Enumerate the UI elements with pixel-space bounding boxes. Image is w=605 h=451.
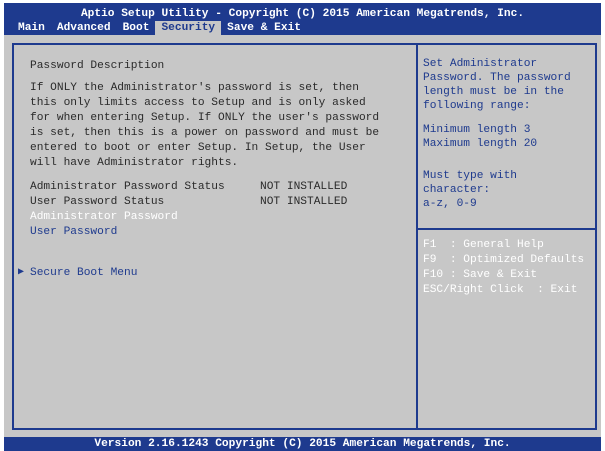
help-divider <box>418 228 595 230</box>
administrator-password-item[interactable]: Administrator Password <box>30 210 178 224</box>
help-text-line: Set Administrator <box>423 58 538 70</box>
settings-panel: Password Description If ONLY the Adminis… <box>12 43 416 430</box>
app-title: Aptio Setup Utility - Copyright (C) 2015… <box>80 8 525 20</box>
main-area: Password Description If ONLY the Adminis… <box>4 35 601 437</box>
tab-security[interactable]: Security <box>155 21 222 35</box>
version-footer: Version 2.16.1243 Copyright (C) 2015 Ame… <box>4 437 601 451</box>
section-heading: Password Description <box>30 60 165 72</box>
help-text-line: following range: <box>423 100 531 112</box>
description-line: entered to boot or enter Setup. In Setup… <box>30 142 366 154</box>
help-panel: Set Administrator Password. The password… <box>416 43 597 430</box>
description-line: will have Administrator rights. <box>30 157 239 169</box>
admin-password-status-label: Administrator Password Status <box>30 181 225 193</box>
description-line: If ONLY the Administrator's password is … <box>30 82 359 94</box>
help-text-line: character: <box>423 184 491 196</box>
key-hint-f1: F1 : General Help <box>423 239 544 251</box>
help-text-line: Must type with <box>423 170 517 182</box>
submenu-arrow-icon: ▶ <box>18 267 25 278</box>
help-text-line: length must be in the <box>423 86 564 98</box>
description-line: is set, then this is a power on password… <box>30 127 380 139</box>
tab-main[interactable]: Main <box>12 21 51 35</box>
tab-bar: Main Advanced Boot Security Save & Exit <box>12 21 307 35</box>
help-text-line: a-z, 0-9 <box>423 198 477 210</box>
key-hint-f10: F10 : Save & Exit <box>423 269 538 281</box>
key-hint-esc: ESC/Right Click : Exit <box>423 284 578 296</box>
help-text-line: Maximum length 20 <box>423 138 538 150</box>
user-password-status-label: User Password Status <box>30 196 165 208</box>
description-line: this only limits access to Setup and is … <box>30 97 366 109</box>
key-hint-f9: F9 : Optimized Defaults <box>423 254 585 266</box>
title-bar: Aptio Setup Utility - Copyright (C) 2015… <box>4 3 601 35</box>
admin-password-status-value: NOT INSTALLED <box>260 181 348 193</box>
tab-save-exit[interactable]: Save & Exit <box>221 21 307 35</box>
user-password-status-value: NOT INSTALLED <box>260 196 348 208</box>
user-password-item[interactable]: User Password <box>30 225 117 239</box>
help-text-line: Password. The password <box>423 72 571 84</box>
tab-boot[interactable]: Boot <box>117 21 156 35</box>
description-line: for when entering Setup. If ONLY the use… <box>30 112 380 124</box>
help-text-line: Minimum length 3 <box>423 124 531 136</box>
tab-advanced[interactable]: Advanced <box>51 21 117 35</box>
secure-boot-menu-item[interactable]: Secure Boot Menu <box>30 266 137 280</box>
